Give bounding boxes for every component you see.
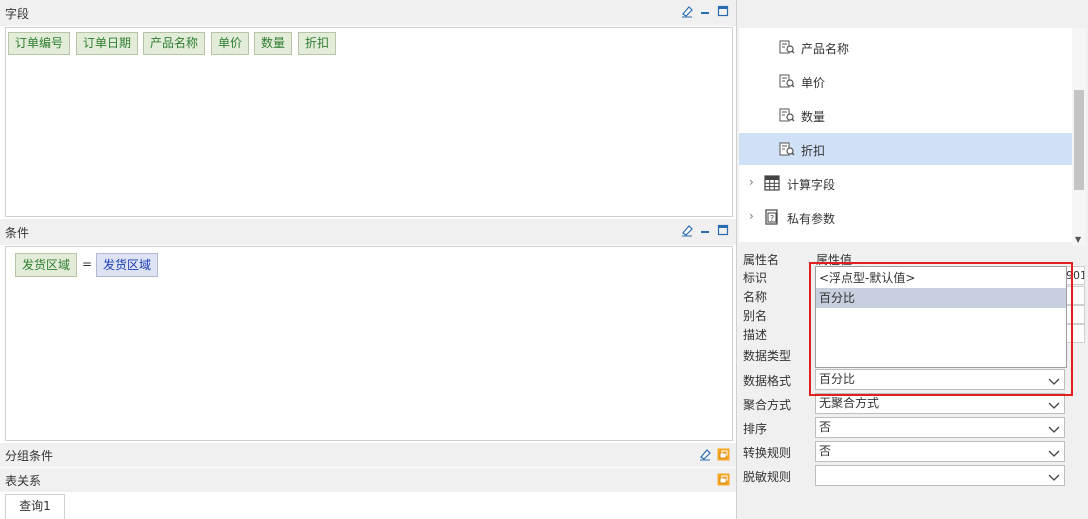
minimize-icon[interactable]	[698, 4, 712, 18]
parameter-icon: ?	[764, 209, 780, 225]
maximize-icon[interactable]	[716, 223, 730, 237]
tree-item-unit-price[interactable]: 单价	[739, 65, 1072, 97]
tree-item-private-params[interactable]: › ? 私有参数	[739, 201, 1072, 233]
dropdown-option-float-default[interactable]: <浮点型-默认值>	[816, 268, 1066, 288]
aggregation-value: 无聚合方式	[819, 396, 880, 410]
prop-label-masking-rule: 脱敏规则	[743, 470, 792, 484]
prop-label-data-type: 数据类型	[743, 349, 792, 363]
scrollbar-thumb[interactable]	[1074, 90, 1084, 190]
prop-label-aggregation: 聚合方式	[743, 398, 792, 412]
field-chip-order-id[interactable]: 订单编号	[8, 32, 71, 55]
group-section-title: 分组条件	[5, 449, 54, 463]
aggregation-select[interactable]: 无聚合方式	[815, 393, 1065, 414]
field-icon	[779, 74, 795, 88]
tree-item-quantity[interactable]: 数量	[739, 99, 1072, 131]
condition-operator[interactable]: =	[82, 257, 92, 271]
chevron-down-icon[interactable]	[1048, 374, 1060, 385]
eraser-icon[interactable]	[680, 4, 694, 18]
masking-rule-select[interactable]	[815, 465, 1065, 486]
tree-item-product-name[interactable]: 产品名称	[739, 31, 1072, 63]
data-format-value: 百分比	[819, 372, 856, 386]
scroll-down-icon[interactable]: ▼	[1075, 235, 1081, 244]
fields-section-header: 字段	[0, 0, 736, 26]
tree-item-label: 折扣	[801, 144, 826, 158]
prop-label-data-format: 数据格式	[743, 374, 792, 388]
tree-scrollbar[interactable]: ▼	[1072, 28, 1086, 246]
id-input-value: 901	[1066, 269, 1085, 282]
alias-input[interactable]	[1065, 305, 1085, 324]
description-input[interactable]	[1065, 324, 1085, 343]
prop-label-description: 描述	[743, 328, 768, 342]
tree-item-label: 数量	[801, 110, 826, 124]
dropdown-option-percent[interactable]: 百分比	[816, 288, 1066, 308]
relation-section-header: 表关系	[0, 468, 736, 492]
id-input[interactable]: 901	[1065, 266, 1085, 285]
chevron-right-icon[interactable]: ›	[749, 209, 754, 223]
tree-item-label: 私有参数	[787, 212, 836, 226]
field-tree: 产品名称 单价 数量 折扣 › 计算字段 › ? 私有参数	[739, 28, 1072, 242]
chevron-down-icon[interactable]	[1048, 446, 1060, 457]
field-chip-product-name[interactable]: 产品名称	[143, 32, 206, 55]
tree-item-label: 计算字段	[787, 178, 836, 192]
tree-item-label: 单价	[801, 76, 826, 90]
svg-text:?: ?	[770, 214, 774, 223]
prop-label-name: 名称	[743, 290, 768, 304]
chevron-down-icon[interactable]	[1048, 398, 1060, 409]
tab-query1[interactable]: 查询1	[5, 494, 65, 519]
tree-item-discount[interactable]: 折扣	[739, 133, 1072, 165]
group-section-header: 分组条件	[0, 443, 736, 467]
chevron-right-icon[interactable]: ›	[749, 175, 754, 189]
tree-item-label: 产品名称	[801, 42, 850, 56]
prop-label-conversion-rule: 转换规则	[743, 446, 792, 460]
prop-label-id: 标识	[743, 271, 768, 285]
conversion-rule-select[interactable]: 否	[815, 441, 1065, 462]
relation-area	[0, 492, 736, 519]
prop-label-alias: 别名	[743, 309, 768, 323]
eraser-icon[interactable]	[680, 223, 694, 237]
restore-icon[interactable]	[716, 472, 730, 486]
sort-value: 否	[819, 420, 832, 434]
tree-item-calculated-fields[interactable]: › 计算字段	[739, 167, 1072, 199]
name-input[interactable]	[1065, 286, 1085, 305]
condition-section-header: 条件	[0, 219, 736, 245]
chevron-down-icon[interactable]	[1048, 422, 1060, 433]
calculator-icon	[764, 175, 780, 191]
data-format-dropdown-list: <浮点型-默认值> 百分比	[815, 266, 1067, 368]
field-chip-quantity[interactable]: 数量	[254, 32, 293, 55]
maximize-icon[interactable]	[716, 4, 730, 18]
sort-select[interactable]: 否	[815, 417, 1065, 438]
restore-icon[interactable]	[716, 447, 730, 461]
conversion-rule-value: 否	[819, 444, 832, 458]
relation-section-title: 表关系	[5, 474, 42, 488]
field-icon	[779, 108, 795, 122]
field-icon	[779, 40, 795, 54]
condition-section-title: 条件	[5, 226, 30, 240]
condition-field-chip[interactable]: 发货区域	[15, 253, 78, 277]
condition-value-chip[interactable]: 发货区域	[96, 253, 159, 277]
field-chip-unit-price[interactable]: 单价	[211, 32, 250, 55]
field-icon	[779, 142, 795, 156]
minimize-icon[interactable]	[698, 223, 712, 237]
prop-header-name: 属性名	[743, 253, 780, 267]
prop-label-sort: 排序	[743, 422, 768, 436]
eraser-icon[interactable]	[698, 447, 712, 461]
fields-drop-area[interactable]	[5, 27, 733, 217]
field-chip-order-date[interactable]: 订单日期	[76, 32, 139, 55]
fields-section-title: 字段	[5, 7, 30, 21]
data-format-select[interactable]: 百分比	[815, 369, 1065, 390]
field-chip-discount[interactable]: 折扣	[298, 32, 337, 55]
chevron-down-icon[interactable]	[1048, 470, 1060, 481]
